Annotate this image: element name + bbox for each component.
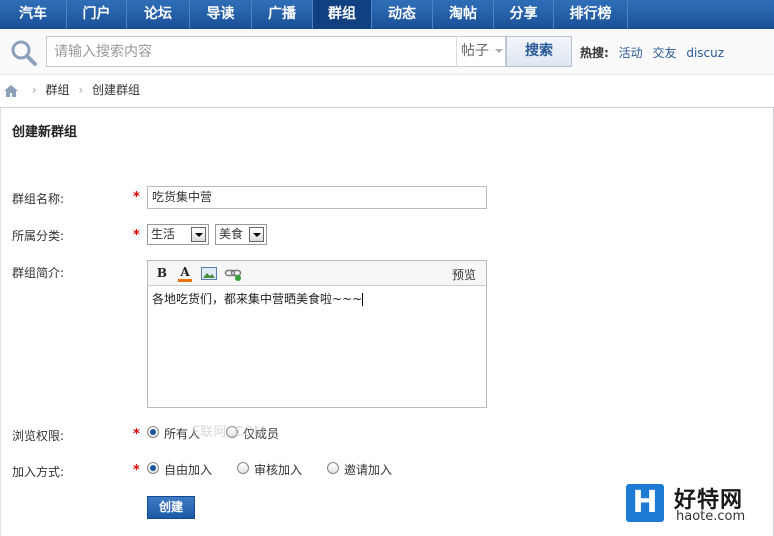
join-free-label[interactable]: 自由加入: [164, 461, 212, 478]
image-icon[interactable]: [200, 265, 218, 282]
required-mark: *: [133, 190, 140, 205]
create-button[interactable]: 创建: [147, 496, 195, 519]
watermark: E联网 .COM: [192, 425, 266, 440]
hot-label: 热搜:: [580, 46, 609, 60]
required-mark: *: [133, 463, 140, 478]
search-box: [46, 36, 458, 67]
nav-item-forum[interactable]: 论坛: [127, 0, 190, 29]
nav-item-portal[interactable]: 门户: [67, 0, 127, 29]
join-method-label: 加入方式:: [12, 465, 65, 479]
nav-item-groups[interactable]: 群组: [313, 0, 372, 29]
hot-link-friends[interactable]: 交友: [652, 46, 676, 60]
join-free-radio[interactable]: [147, 462, 159, 474]
search-icon: [11, 40, 37, 66]
text-cursor: [362, 293, 364, 306]
search-button[interactable]: 搜索: [506, 36, 572, 67]
search-type-select[interactable]: 帖子: [456, 36, 506, 67]
search-type-label: 帖子: [461, 43, 489, 59]
site-logo: H 好特网 haote.com: [622, 480, 762, 526]
chevron-down-icon: [249, 227, 264, 242]
join-invite-radio[interactable]: [327, 462, 339, 474]
breadcrumb-separator: ›: [31, 83, 37, 97]
group-name-label: 群组名称:: [12, 192, 65, 206]
nav-item-feed[interactable]: 动态: [372, 0, 433, 29]
nav-item-broadcast[interactable]: 广播: [252, 0, 313, 29]
nav-item-ranking[interactable]: 排行榜: [554, 0, 628, 29]
category-label: 所属分类:: [12, 229, 65, 243]
home-icon[interactable]: [3, 84, 19, 98]
category-sub-select[interactable]: 美食: [215, 224, 267, 245]
group-name-input[interactable]: 吃货集中营: [147, 186, 487, 209]
breadcrumb: › 群组 › 创建群组: [0, 76, 774, 108]
logo-mark: H: [626, 484, 664, 522]
hot-searches: 热搜: 活动 交友 discuz: [580, 44, 724, 61]
chevron-down-icon: [191, 227, 206, 242]
view-all-radio[interactable]: [147, 426, 159, 438]
breadcrumb-groups[interactable]: 群组: [45, 83, 69, 97]
page-title: 创建新群组: [12, 125, 78, 140]
hot-link-activity[interactable]: 活动: [619, 46, 643, 60]
nav-item-car[interactable]: 汽车: [0, 0, 67, 29]
search-bar: 帖子 搜索 热搜: 活动 交友 discuz: [0, 29, 774, 75]
logo-url: haote.com: [676, 509, 746, 524]
bold-icon[interactable]: B: [153, 265, 171, 282]
font-color-icon[interactable]: A: [176, 265, 194, 282]
nav-item-collections[interactable]: 淘帖: [433, 0, 494, 29]
join-review-radio[interactable]: [237, 462, 249, 474]
category-main-select[interactable]: 生活: [147, 224, 209, 245]
intro-textarea[interactable]: 各地吃货们，都来集中营晒美食啦~~~: [148, 286, 486, 312]
link-icon[interactable]: [224, 265, 242, 282]
required-mark: *: [133, 427, 140, 442]
join-invite-label[interactable]: 邀请加入: [344, 461, 392, 478]
top-nav: 汽车 门户 论坛 导读 广播 群组 动态 淘帖 分享 排行榜: [0, 0, 774, 29]
chevron-down-icon: [495, 49, 504, 53]
hot-link-discuz[interactable]: discuz: [686, 46, 724, 60]
preview-button[interactable]: 预览: [452, 266, 476, 283]
breadcrumb-create-group[interactable]: 创建群组: [92, 83, 140, 97]
intro-editor: B A 预览 各地吃货们，都来集中营晒美食啦~~~: [147, 260, 487, 408]
category-main-value: 生活: [151, 227, 176, 241]
required-mark: *: [133, 228, 140, 243]
group-intro-label: 群组简介:: [12, 266, 65, 280]
nav-item-guide[interactable]: 导读: [190, 0, 252, 29]
nav-item-share[interactable]: 分享: [494, 0, 554, 29]
view-permission-label: 浏览权限:: [12, 429, 65, 443]
search-input[interactable]: [47, 37, 457, 66]
intro-text: 各地吃货们，都来集中营晒美食啦~~~: [152, 292, 363, 306]
breadcrumb-separator: ›: [78, 83, 84, 97]
editor-toolbar: B A 预览: [148, 261, 486, 286]
join-review-label[interactable]: 审核加入: [254, 461, 302, 478]
category-sub-value: 美食: [219, 227, 244, 241]
